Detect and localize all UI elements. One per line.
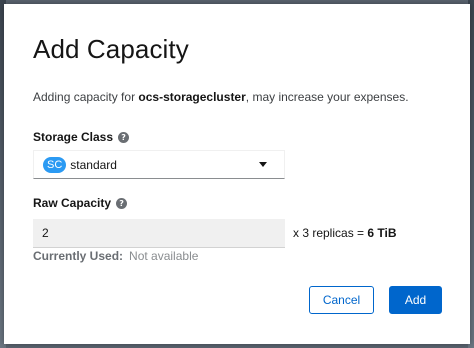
description-suffix: , may increase your expenses. [245, 90, 409, 104]
cluster-name: ocs-storagecluster [138, 90, 246, 104]
storage-class-label: Storage Class ? [33, 130, 130, 144]
add-capacity-modal: Add Capacity Adding capacity for ocs-sto… [4, 4, 470, 344]
description-prefix: Adding capacity for [33, 90, 139, 104]
raw-capacity-label: Raw Capacity ? [33, 196, 128, 210]
storage-class-label-text: Storage Class [33, 130, 114, 144]
modal-description: Adding capacity for ocs-storagecluster, … [33, 90, 409, 104]
storage-class-help-icon[interactable]: ? [118, 131, 130, 143]
currently-used: Currently Used: Not available [33, 249, 198, 263]
raw-capacity-input[interactable]: 2 [33, 219, 285, 248]
currently-used-value: Not available [129, 249, 199, 263]
storage-class-dropdown[interactable]: SC standard [33, 150, 285, 179]
storage-class-badge: SC [43, 156, 67, 173]
replicas-calculation: x 3 replicas = 6 TiB [293, 226, 397, 240]
add-button[interactable]: Add [389, 286, 442, 314]
total-capacity: 6 TiB [367, 226, 397, 240]
cancel-button[interactable]: Cancel [309, 286, 374, 314]
currently-used-label: Currently Used: [33, 249, 124, 263]
caret-down-icon [259, 162, 267, 167]
storage-class-selected-value: standard [70, 157, 117, 172]
raw-capacity-label-text: Raw Capacity [33, 196, 112, 210]
modal-title: Add Capacity [33, 34, 189, 64]
raw-capacity-help-icon[interactable]: ? [116, 197, 128, 209]
replicas-text: x 3 replicas = [293, 226, 368, 240]
